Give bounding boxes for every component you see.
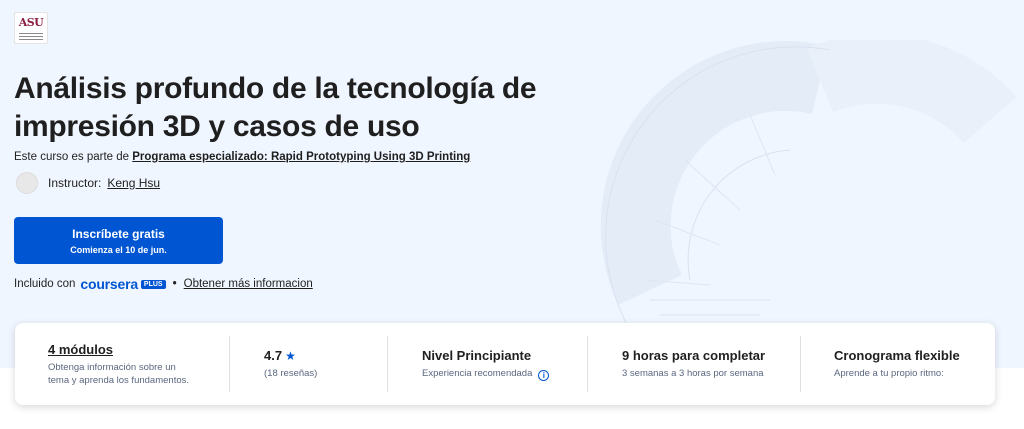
instructor-avatar	[16, 172, 38, 194]
enroll-label: Inscríbete gratis	[72, 226, 165, 241]
included-with-row: Incluido con coursera PLUS • Obtener más…	[14, 276, 313, 292]
coursera-brand: coursera	[80, 276, 138, 292]
instructor-label: Instructor:	[48, 176, 102, 190]
included-prefix: Incluido con	[14, 278, 76, 290]
decorative-arc-graphic	[600, 40, 1017, 331]
star-icon: ★	[285, 349, 296, 363]
schedule-subtitle: Aprende a tu propio ritmo:	[834, 368, 944, 379]
enroll-button[interactable]: Inscríbete gratis Comienza el 10 de jun.	[14, 217, 223, 264]
modules-link[interactable]: 4 módulos	[48, 342, 229, 357]
duration-title: 9 horas para completar	[622, 348, 766, 363]
stat-duration: 9 horas para completar 3 semanas a 3 hor…	[587, 336, 800, 392]
rating-value: 4.7	[264, 348, 283, 363]
course-stats-card: 4 módulos Obtenga información sobre un t…	[15, 323, 995, 405]
course-hero: ASU Análisis profundo de la tecnología d…	[0, 0, 1024, 368]
modules-subtitle: Obtenga información sobre un tema y apre…	[48, 361, 190, 386]
course-title: Análisis profundo de la tecnología de im…	[14, 72, 537, 143]
provider-logo[interactable]: ASU	[14, 12, 48, 44]
instructor-link[interactable]: Keng Hsu	[107, 176, 160, 190]
program-link[interactable]: Programa especializado: Rapid Prototypin…	[132, 151, 470, 163]
stat-rating: 4.7 ★ (18 reseñas)	[229, 336, 387, 392]
separator-dot: •	[172, 278, 177, 290]
plus-badge: PLUS	[140, 279, 166, 289]
schedule-title: Cronograma flexible	[834, 348, 960, 363]
more-info-link[interactable]: Obtener más informacion	[184, 278, 313, 290]
stat-modules: 4 módulos Obtenga información sobre un t…	[15, 336, 229, 392]
level-title: Nivel Principiante	[422, 347, 532, 363]
rating-row: 4.7 ★	[264, 348, 387, 363]
duration-subtitle: 3 semanas a 3 horas por semana	[622, 368, 764, 379]
part-of-line: Este curso es parte de Programa especial…	[14, 151, 470, 163]
info-icon[interactable]: i	[538, 369, 550, 381]
stat-level: Nivel Principiante Experiencia recomenda…	[387, 336, 587, 392]
logo-subtext-lines	[19, 31, 43, 40]
part-of-prefix: Este curso es parte de	[14, 151, 130, 163]
rating-reviews: (18 reseñas)	[264, 368, 318, 379]
enroll-start-date: Comienza el 10 de jun.	[70, 244, 167, 255]
level-subtitle-row: Experiencia recomendada i	[422, 367, 587, 381]
stat-schedule: Cronograma flexible Aprende a tu propio …	[800, 336, 990, 392]
asu-logo-mark: ASU	[18, 16, 44, 29]
instructor-row: Instructor: Keng Hsu	[16, 172, 160, 194]
level-subtitle: Experiencia recomendada	[422, 367, 533, 379]
